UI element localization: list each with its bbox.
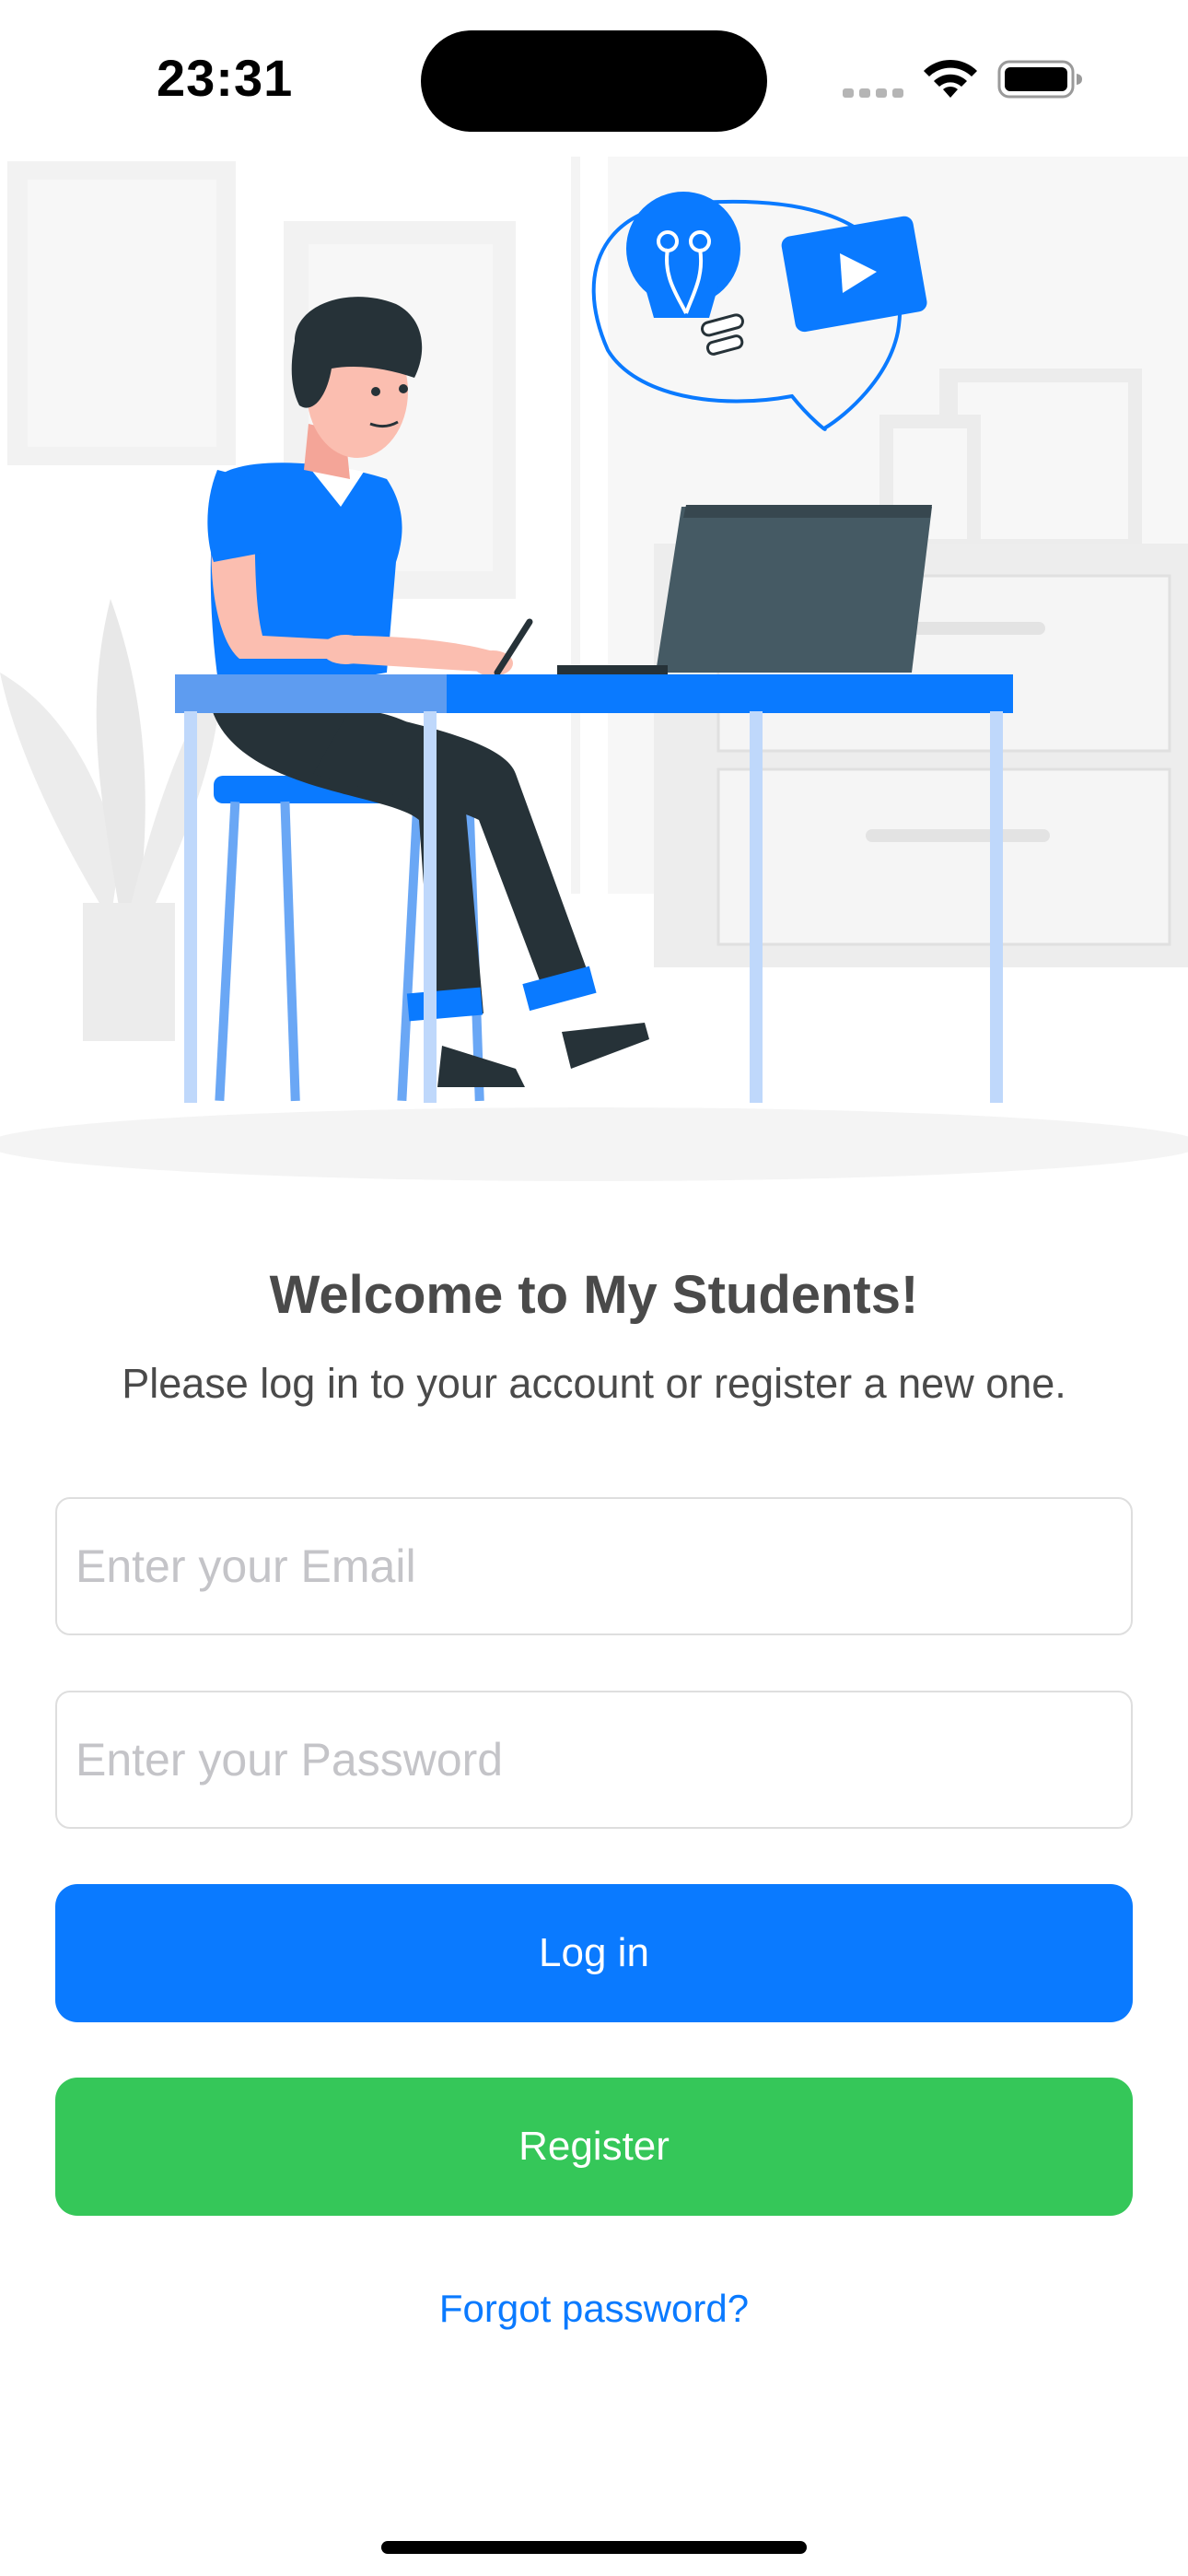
welcome-title: Welcome to My Students! — [269, 1265, 919, 1325]
email-field[interactable] — [55, 1497, 1133, 1635]
home-indicator[interactable] — [381, 2541, 807, 2554]
login-button[interactable]: Log in — [55, 1884, 1133, 2022]
dynamic-island — [421, 30, 767, 132]
battery-icon — [997, 60, 1082, 99]
forgot-password-link[interactable]: Forgot password? — [0, 2287, 1188, 2331]
hero-illustration — [0, 157, 1188, 1188]
cellular-signal-icon — [843, 85, 905, 98]
wifi-icon — [924, 59, 977, 98]
welcome-subtitle: Please log in to your account or registe… — [122, 1360, 1066, 1407]
status-bar: 23:31 — [0, 0, 1188, 157]
register-button[interactable]: Register — [55, 2078, 1133, 2216]
status-time: 23:31 — [157, 49, 294, 107]
password-field[interactable] — [55, 1691, 1133, 1829]
